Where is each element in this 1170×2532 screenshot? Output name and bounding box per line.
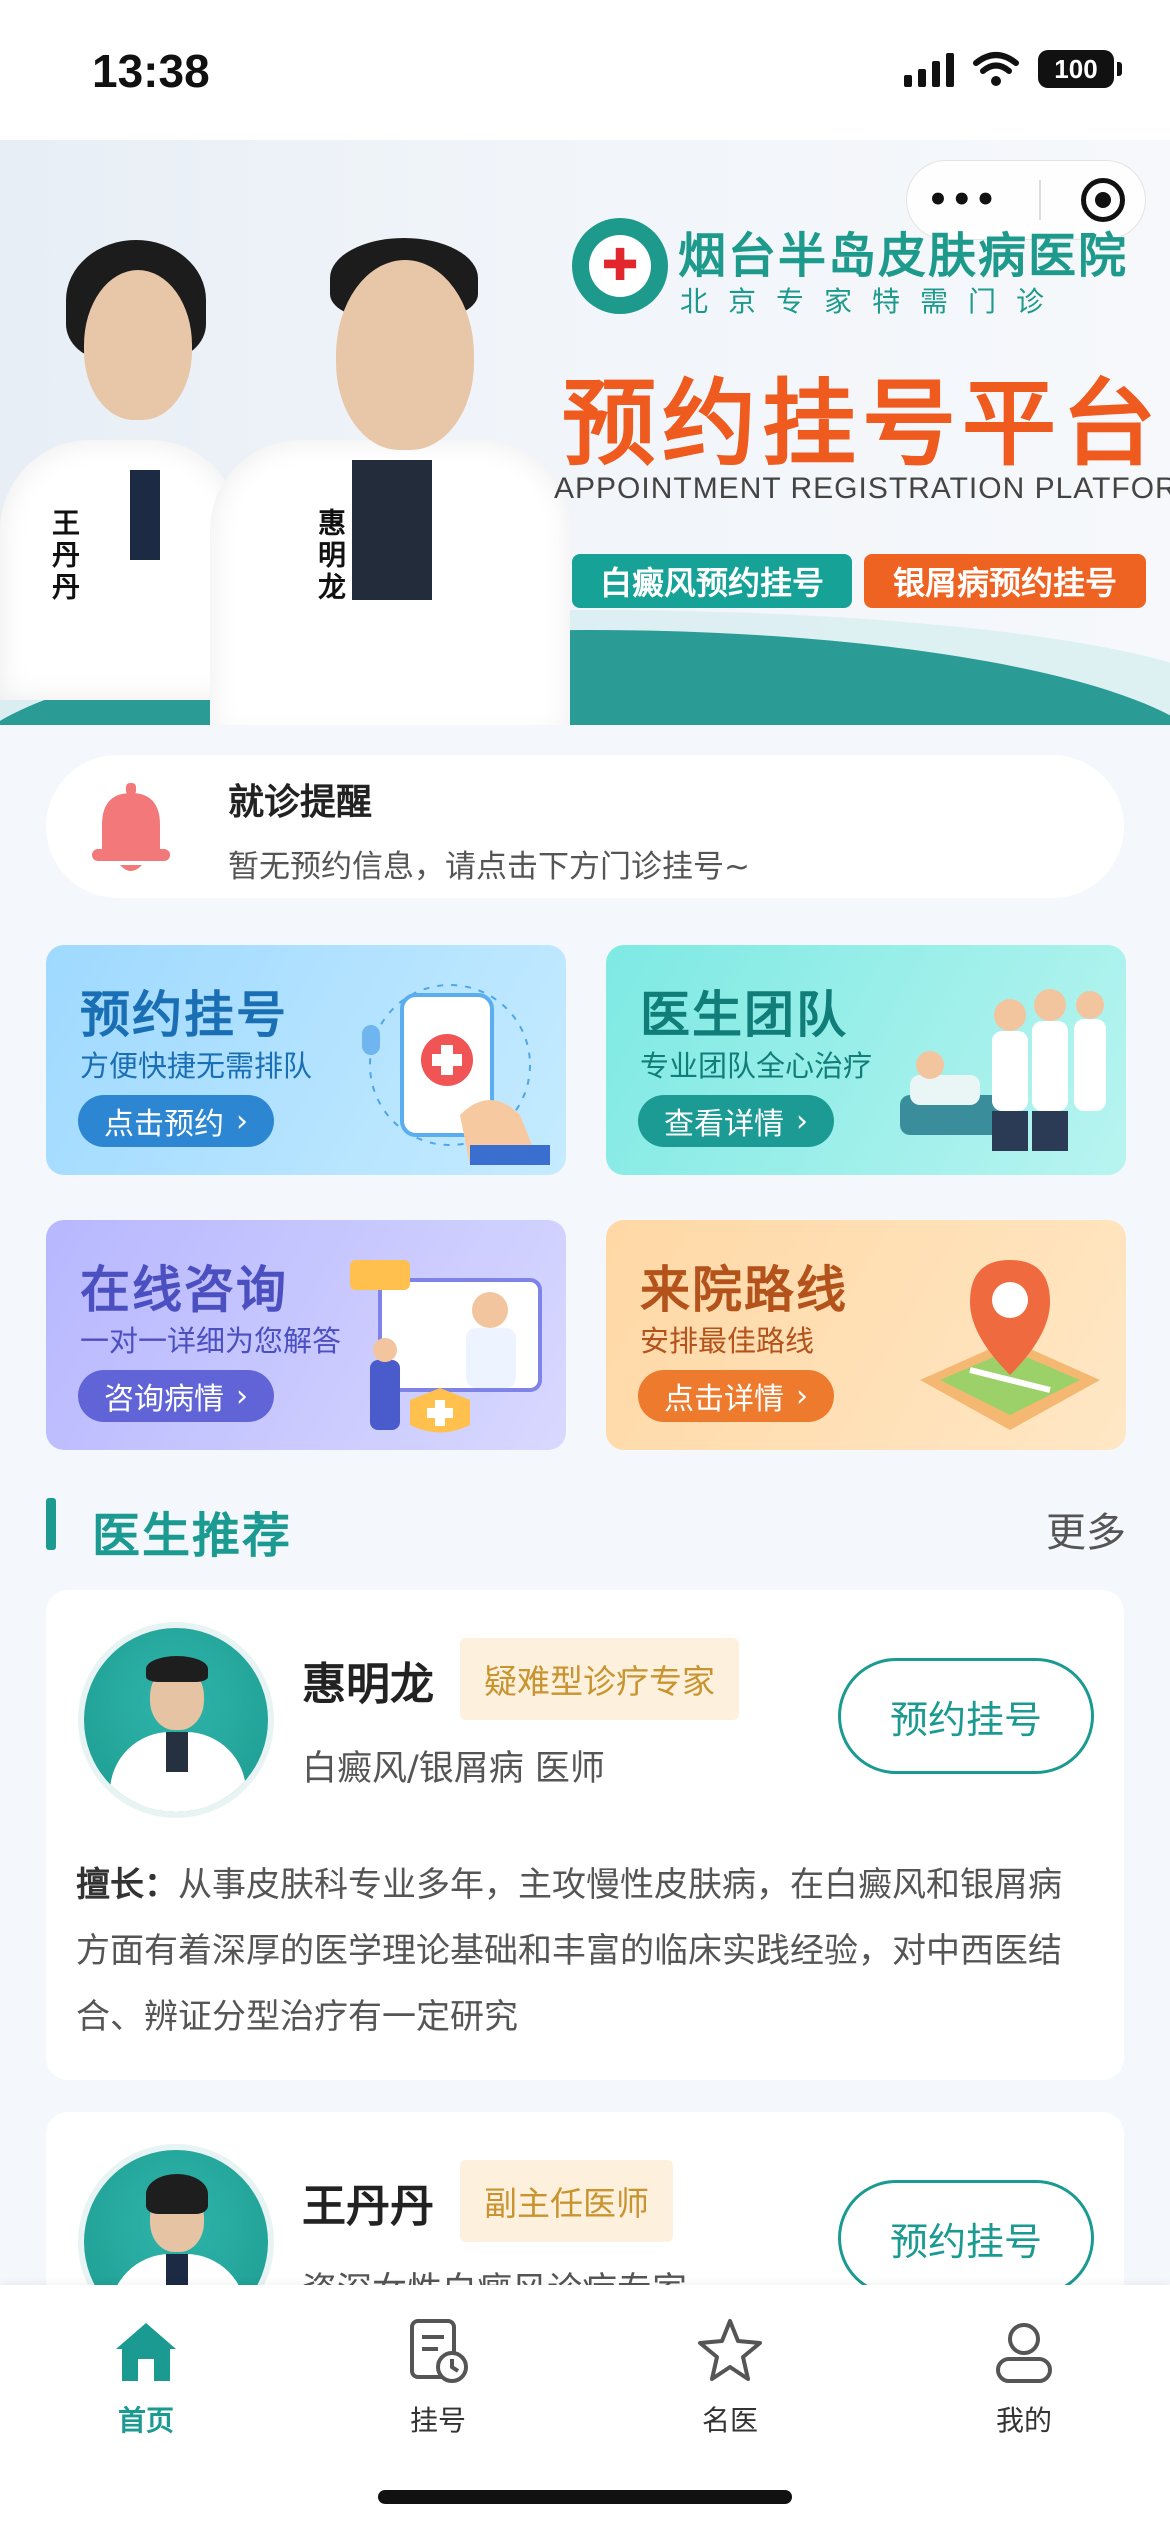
banner-title: 预约挂号平台	[562, 370, 1163, 479]
doctor-left-face	[84, 270, 192, 420]
reminder-text: 暂无预约信息，请点击下方门诊挂号~	[228, 849, 750, 885]
feature-card-booking[interactable]: 预约挂号 方便快捷无需排队 点击预约 ›	[46, 945, 566, 1175]
tab-profile[interactable]: 我的	[944, 2303, 1104, 2437]
button-label: 点击预约	[104, 1107, 224, 1142]
user-icon	[996, 2323, 1052, 2383]
medical-team-icon	[900, 989, 1106, 1151]
description-label: 擅长：	[76, 1865, 178, 1905]
feature-subtitle: 专业团队全心治疗	[640, 1049, 873, 1083]
doctor-description: 擅长：从事皮肤科专业多年，主攻慢性皮肤病，在白癜风和银屑病方面有着深厚的医学理论…	[76, 1852, 1094, 2050]
doctor-name: 惠明龙	[302, 1659, 434, 1710]
book-appointment-button[interactable]: 预约挂号	[838, 2180, 1094, 2296]
feature-title: 在线咨询	[80, 1261, 288, 1319]
consult-button[interactable]: 咨询病情 ›	[78, 1370, 274, 1422]
chevron-right-icon: ›	[796, 1103, 808, 1139]
tab-label: 挂号	[409, 2404, 466, 2437]
vitiligo-booking-tag[interactable]: 白癜风预约挂号	[572, 554, 852, 608]
more-dots-icon[interactable]: •••	[927, 180, 998, 220]
section-title: 医生推荐	[92, 1508, 293, 1564]
button-label: 点击详情	[664, 1382, 784, 1417]
avatar-hair	[146, 1656, 208, 1682]
online-consult-icon	[350, 1260, 542, 1433]
tab-famous-doctors[interactable]: 名医	[650, 2303, 810, 2437]
feature-subtitle: 方便快捷无需排队	[80, 1049, 313, 1083]
button-label: 查看详情	[664, 1107, 784, 1142]
doctor-left-name: 王丹丹	[48, 508, 81, 604]
chevron-right-icon: ›	[236, 1378, 248, 1414]
status-time: 13:38	[92, 45, 210, 97]
home-indicator	[378, 2490, 792, 2504]
reminder-title: 就诊提醒	[228, 782, 373, 823]
signal-icon	[904, 51, 954, 87]
avatar	[78, 1622, 274, 1818]
route-details-button[interactable]: 点击详情 ›	[638, 1370, 834, 1422]
doctor-right-shirt	[352, 460, 432, 600]
map-pin-icon	[920, 1260, 1100, 1430]
phone-medical-icon	[362, 984, 550, 1165]
doctor-right-name: 惠明龙	[314, 508, 347, 604]
button-label: 咨询病情	[104, 1382, 224, 1417]
feature-subtitle: 一对一详细为您解答	[80, 1324, 342, 1358]
doctor-card[interactable]: 惠明龙 疑难型诊疗专家 白癜风/银屑病 医师 预约挂号 擅长：从事皮肤科专业多年…	[46, 1590, 1124, 2080]
tab-label: 名医	[701, 2404, 758, 2437]
home-icon	[116, 2323, 176, 2381]
hero-banner[interactable]: 王丹丹 惠明龙 ••• ✚ 烟台半岛皮肤病医院 北京专家特需门诊 预约挂号平台 …	[0, 140, 1170, 725]
doctor-left-tie	[130, 470, 160, 560]
description-text: 从事皮肤科专业多年，主攻慢性皮肤病，在白癜风和银屑病方面有着深厚的医学理论基础和…	[76, 1865, 1062, 2037]
banner-title-en: APPOINTMENT REGISTRATION PLATFORM	[554, 472, 1170, 505]
status-bar: 13:38 100	[0, 0, 1170, 140]
hospital-name: 烟台半岛皮肤病医院	[678, 228, 1129, 284]
star-icon	[698, 2319, 762, 2381]
tab-home[interactable]: 首页	[66, 2303, 226, 2437]
cross-icon: ✚	[601, 240, 639, 291]
book-now-button[interactable]: 点击预约 ›	[78, 1095, 274, 1147]
doctor-right-face	[336, 260, 474, 450]
bell-icon	[92, 783, 170, 871]
status-icons: 100	[904, 50, 1122, 88]
feature-card-route[interactable]: 来院路线 安排最佳路线 点击详情 ›	[606, 1220, 1126, 1450]
feature-card-consult[interactable]: 在线咨询 一对一详细为您解答 咨询病情 ›	[46, 1220, 566, 1450]
feature-title: 预约挂号	[80, 986, 288, 1044]
view-details-button[interactable]: 查看详情 ›	[638, 1095, 834, 1147]
avatar-shirt	[166, 1732, 188, 1772]
avatar-hair	[146, 2174, 208, 2214]
battery-icon: 100	[1038, 50, 1122, 88]
feature-subtitle: 安排最佳路线	[640, 1324, 815, 1358]
psoriasis-booking-tag[interactable]: 银屑病预约挂号	[864, 554, 1146, 608]
feature-title: 来院路线	[640, 1261, 848, 1319]
feature-title: 医生团队	[640, 986, 848, 1044]
doctor-title-badge: 副主任医师	[460, 2160, 673, 2242]
hospital-subtitle: 北京专家特需门诊	[680, 285, 1065, 318]
doctor-department: 白癜风/银屑病 医师	[302, 1749, 605, 1789]
doctor-left-coat	[0, 440, 240, 700]
doctor-name: 王丹丹	[302, 2181, 434, 2232]
chevron-right-icon: ›	[236, 1103, 248, 1139]
tab-register[interactable]: 挂号	[358, 2303, 518, 2437]
chevron-right-icon: ›	[796, 1378, 808, 1414]
section-accent-bar	[46, 1498, 56, 1550]
tab-label: 首页	[117, 2404, 174, 2437]
more-link[interactable]: 更多	[1046, 1500, 1126, 1558]
doctor-title-badge: 疑难型诊疗专家	[460, 1638, 739, 1720]
visit-reminder[interactable]: 就诊提醒 暂无预约信息，请点击下方门诊挂号~	[46, 755, 1124, 898]
wifi-icon	[973, 52, 1019, 86]
tab-label: 我的	[995, 2404, 1052, 2437]
feature-card-team[interactable]: 医生团队 专业团队全心治疗 查看详情 ›	[606, 945, 1126, 1175]
book-appointment-button[interactable]: 预约挂号	[838, 1658, 1094, 1774]
register-icon	[410, 2319, 468, 2383]
hospital-logo: ✚	[572, 218, 668, 314]
capsule-separator	[1038, 180, 1041, 220]
